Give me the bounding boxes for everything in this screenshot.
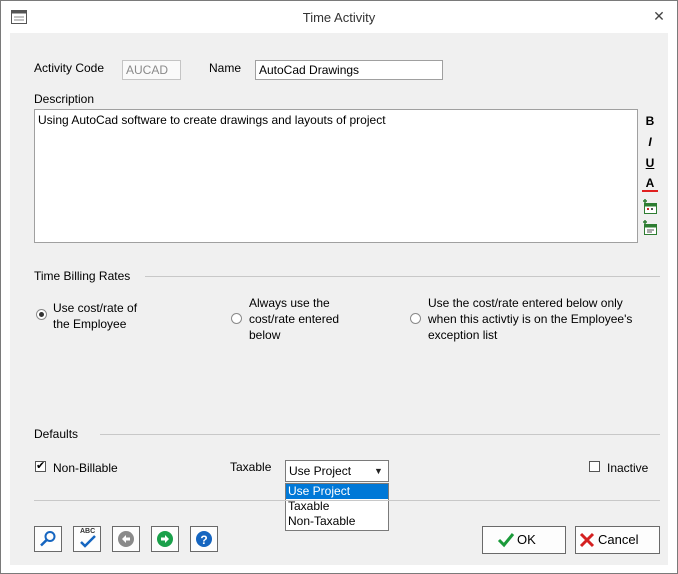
radio-label-always: Always use the cost/rate entered below (249, 295, 339, 343)
taxable-option-use-project[interactable]: Use Project (286, 484, 388, 499)
radio-label-line: cost/rate entered (249, 312, 340, 326)
close-icon[interactable]: ✕ (647, 5, 671, 27)
radio-label-employee: Use cost/rate of the Employee (53, 300, 137, 332)
activity-code-field: AUCAD (122, 60, 181, 80)
footer-divider (34, 500, 660, 501)
radio-label-line: Use cost/rate of (53, 301, 138, 315)
dialog-panel: Activity Code AUCAD Name AutoCad Drawing… (10, 33, 668, 565)
inactive-label: Inactive (607, 461, 649, 475)
taxable-label: Taxable (230, 460, 272, 474)
non-billable-checkbox[interactable]: ✔ (35, 461, 46, 472)
underline-button[interactable]: U (642, 155, 658, 171)
font-color-button[interactable]: A (642, 176, 658, 192)
ok-label: OK (517, 532, 536, 547)
radio-label-line: Always use the (249, 296, 330, 310)
radio-label-line: when this activtiy is on the Employee's (428, 312, 633, 326)
cancel-button[interactable]: Cancel (575, 526, 660, 554)
radio-always-use-entered[interactable] (231, 313, 242, 324)
radio-label-line: below (249, 328, 281, 342)
insert-time-icon[interactable] (642, 220, 658, 236)
search-button[interactable] (34, 526, 62, 552)
non-billable-label: Non-Billable (53, 461, 118, 475)
chevron-down-icon[interactable]: ▼ (374, 461, 384, 481)
description-label: Description (34, 92, 95, 106)
radio-label-line: Use the cost/rate entered below only (428, 296, 623, 310)
title-bar: Time Activity ✕ (1, 1, 677, 33)
radio-label-exception: Use the cost/rate entered below only whe… (428, 295, 632, 343)
radio-label-line: exception list (428, 328, 498, 342)
back-icon (118, 531, 134, 547)
inactive-checkbox[interactable] (589, 461, 600, 472)
taxable-option-non-taxable[interactable]: Non-Taxable (286, 514, 388, 529)
taxable-select[interactable]: Use Project ▼ (285, 460, 389, 482)
activity-code-label: Activity Code (34, 61, 105, 75)
taxable-option-taxable[interactable]: Taxable (286, 499, 388, 514)
ok-button[interactable]: OK (482, 526, 566, 554)
radio-use-employee-rate[interactable] (36, 309, 47, 320)
radio-exception-list[interactable] (410, 313, 421, 324)
next-button[interactable] (151, 526, 179, 552)
help-button[interactable]: ? (190, 526, 218, 552)
taxable-dropdown-list: Use Project Taxable Non-Taxable (285, 483, 389, 531)
billing-section-title: Time Billing Rates (34, 269, 131, 283)
window-title: Time Activity (302, 10, 376, 25)
checkmark-icon (497, 533, 515, 548)
insert-date-icon[interactable] (642, 199, 658, 215)
search-icon (40, 531, 56, 547)
italic-button[interactable]: I (642, 134, 658, 150)
name-field[interactable]: AutoCad Drawings (255, 60, 443, 80)
description-field[interactable]: Using AutoCad software to create drawing… (34, 109, 638, 243)
defaults-section-title: Defaults (34, 427, 79, 441)
taxable-select-value: Use Project (289, 464, 352, 478)
time-activity-window: Time Activity ✕ Activity Code AUCAD Name… (0, 0, 678, 574)
bold-button[interactable]: B (642, 113, 658, 129)
previous-button[interactable] (112, 526, 140, 552)
billing-divider (145, 276, 660, 277)
spellcheck-text: ABC (80, 528, 96, 535)
help-glyph: ? (200, 533, 208, 547)
name-label: Name (209, 61, 242, 75)
radio-label-line: the Employee (53, 317, 127, 331)
spellcheck-button[interactable]: ABC (73, 526, 101, 552)
cancel-label: Cancel (598, 532, 639, 547)
cancel-x-icon (579, 532, 595, 548)
forward-icon (157, 531, 173, 547)
defaults-divider (100, 434, 660, 435)
